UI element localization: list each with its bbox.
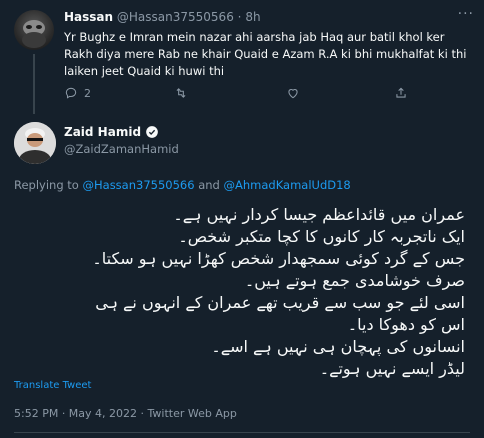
separator-dot: · — [237, 10, 242, 24]
author-handle[interactable]: @ZaidZamanHamid — [64, 142, 179, 156]
reply-icon — [65, 87, 77, 99]
author-name[interactable]: Zaid Hamid — [64, 125, 141, 139]
tweet-text: عمران میں قائداعظم جیسا کردار نہیں ہے۔ ا… — [20, 204, 465, 380]
heart-icon — [288, 89, 298, 99]
reply-button[interactable]: 2 — [64, 86, 91, 100]
share-button[interactable] — [394, 86, 408, 100]
share-icon — [396, 87, 406, 98]
like-button[interactable] — [286, 86, 306, 100]
retweet-button[interactable] — [174, 86, 194, 100]
reply-header: Hassan @Hassan37550566 · 8h — [64, 10, 261, 24]
tweet-metadata[interactable]: 5:52 PM · May 4, 2022 · Twitter Web App — [14, 407, 237, 420]
tweet-line: انسانوں کی پہچان ہی نہیں ہے اسے۔ — [211, 337, 465, 356]
tweet-line: ایک ناتجربہ کار کانوں کا کچا متکبر شخص۔ — [178, 227, 465, 246]
replying-prefix: Replying to — [14, 178, 79, 192]
thread-line — [33, 54, 35, 114]
mention-link[interactable]: @AhmadKamalUdD18 — [224, 178, 351, 192]
avatar-image — [22, 20, 46, 48]
reply-text: Yr Bughz e Imran mein nazar ahi aarsha j… — [64, 30, 467, 78]
avatar[interactable] — [14, 10, 54, 50]
avatar-image — [14, 122, 56, 164]
author-name-row[interactable]: Zaid Hamid — [64, 125, 159, 139]
author-handle[interactable]: @Hassan37550566 — [117, 10, 234, 24]
reply-count: 2 — [84, 86, 91, 100]
replying-and: and — [198, 178, 220, 192]
tweet-line: جس کے گرد کوئی سمجھدار شخص کھڑا نہیں ہو … — [92, 249, 465, 268]
tweet-line: صرف خوشامدی جمع ہوتے ہیں۔ — [244, 271, 465, 290]
mention-link[interactable]: @Hassan37550566 — [83, 178, 195, 192]
main-tweet: Zaid Hamid @ZaidZamanHamid Replying to @… — [0, 116, 484, 438]
translate-tweet-link[interactable]: Translate Tweet — [14, 380, 91, 391]
avatar[interactable] — [14, 122, 56, 164]
replying-to: Replying to @Hassan37550566 and @AhmadKa… — [14, 178, 351, 192]
retweet-icon — [176, 88, 186, 98]
tweet-line: اسی لئے جو سب سے قریب تھے عمران کے انہوں… — [95, 293, 465, 312]
tweet-line: لیڈر ایسے نہیں ہوتے۔ — [319, 359, 465, 378]
tweet-line: عمران میں قائداعظم جیسا کردار نہیں ہے۔ — [173, 205, 465, 224]
more-options-button[interactable]: ··· — [458, 6, 474, 22]
verified-badge-icon — [146, 126, 158, 138]
tweet-line: اس کو دھوکا دیا۔ — [347, 315, 465, 334]
reply-tweet[interactable]: Hassan @Hassan37550566 · 8h ··· Yr Bughz… — [0, 0, 484, 116]
timestamp[interactable]: 8h — [245, 10, 260, 24]
divider — [14, 432, 470, 433]
action-bar: 2 — [64, 86, 464, 106]
author-name[interactable]: Hassan — [64, 10, 113, 24]
